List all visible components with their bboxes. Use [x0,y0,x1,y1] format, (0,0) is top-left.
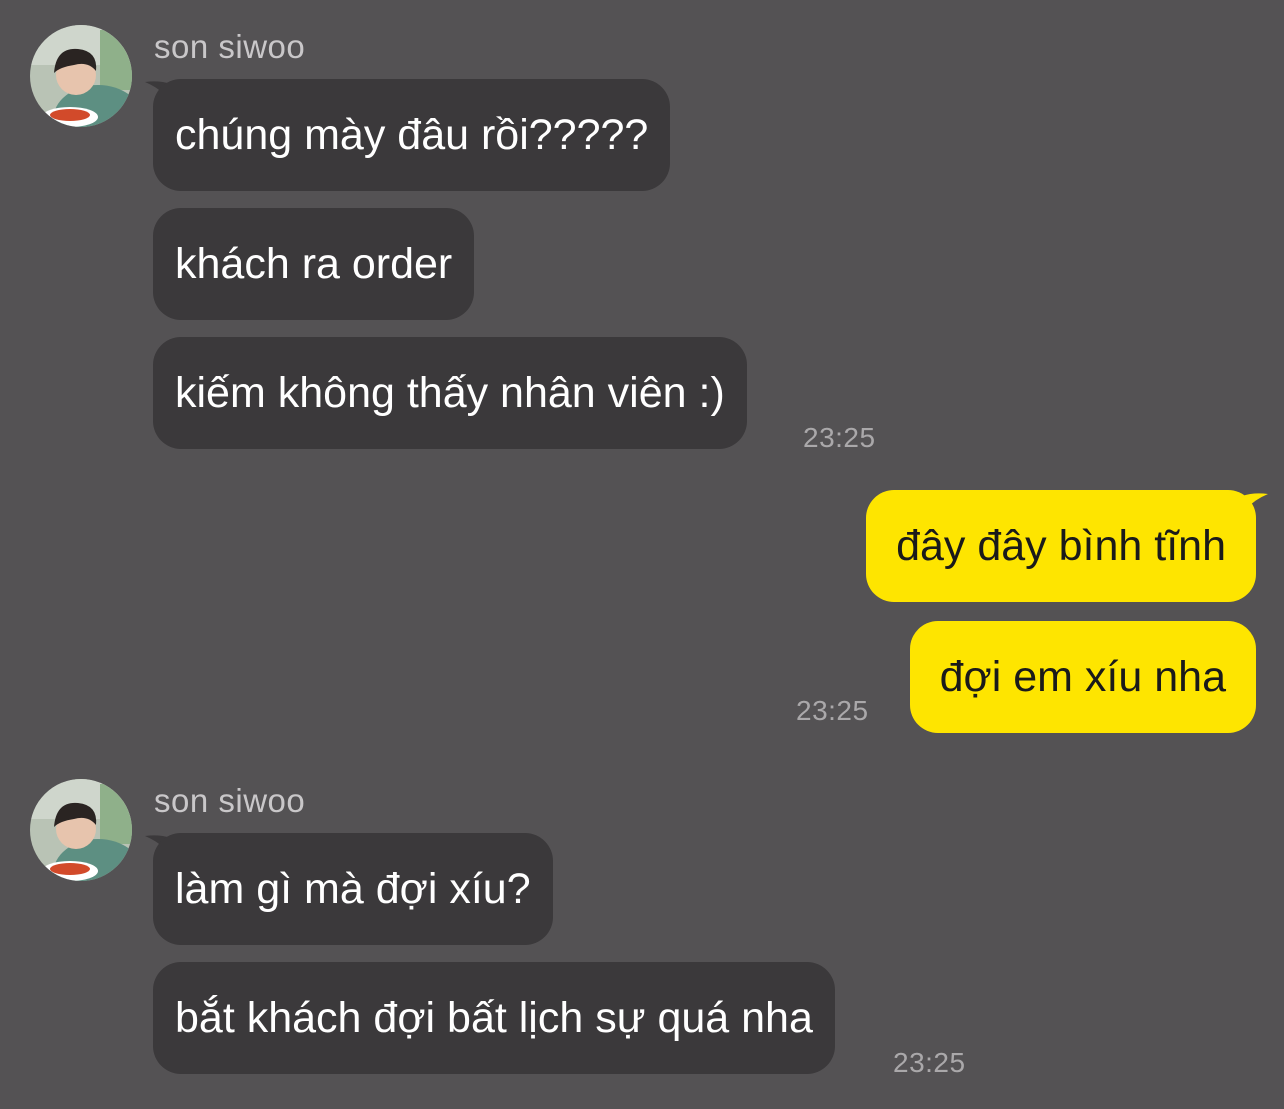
message-bubble[interactable]: làm gì mà đợi xíu? [153,833,553,945]
sender-name: son siwoo [154,28,306,65]
message-bubble[interactable]: khách ra order [153,208,475,320]
avatar-photo-icon [30,779,132,881]
message-timestamp: 23:25 [803,422,876,453]
message-timestamp: 23:25 [893,1047,966,1078]
message-bubble[interactable]: đợi em xíu nha [909,621,1256,733]
message-bubble[interactable]: bắt khách đợi bất lịch sự quá nha [153,962,835,1074]
message-bubble[interactable]: chúng mày đâu rồi????? [153,79,671,191]
message-bubble[interactable]: đây đây bình tĩnh [866,490,1256,602]
sender-name: son siwoo [154,782,306,819]
avatar-photo-icon [30,25,132,127]
message-bubble[interactable]: kiếm không thấy nhân viên :) [153,337,747,449]
message-timestamp: 23:25 [796,695,869,726]
sender-avatar[interactable] [30,25,132,127]
sender-avatar[interactable] [30,779,132,881]
